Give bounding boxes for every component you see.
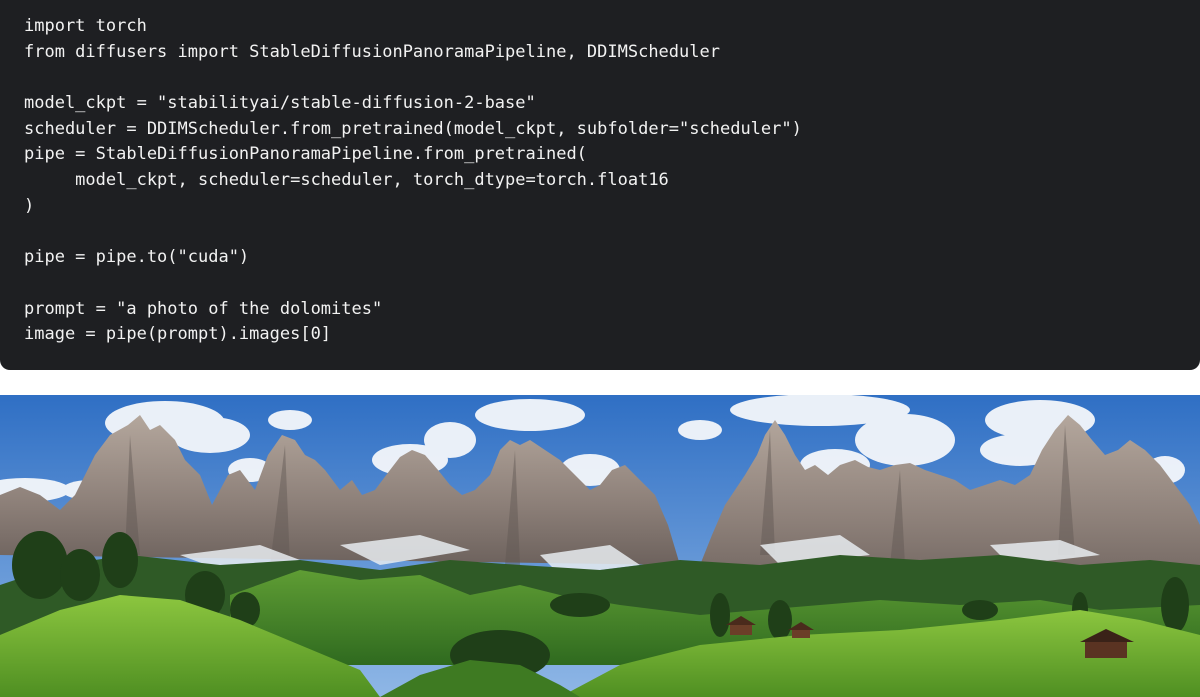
dolomites-panorama-image: [0, 395, 1200, 697]
code-line-12: prompt = "a photo of the dolomites": [24, 298, 383, 319]
code-line-6: pipe = StableDiffusionPanoramaPipeline.f…: [24, 144, 587, 165]
code-line-2: from diffusers import StableDiffusionPan…: [24, 41, 720, 62]
code-line-4: model_ckpt = "stabilityai/stable-diffusi…: [24, 93, 536, 114]
page: import torch from diffusers import Stable…: [0, 0, 1200, 697]
code-line-7: model_ckpt, scheduler=scheduler, torch_d…: [24, 170, 669, 191]
code-line-8: ): [24, 195, 35, 216]
code-line-5: scheduler = DDIMScheduler.from_pretraine…: [24, 118, 802, 139]
code-line-10: pipe = pipe.to("cuda"): [24, 247, 250, 268]
code-block[interactable]: import torch from diffusers import Stable…: [0, 0, 1200, 370]
panorama-illustration: [0, 395, 1200, 697]
code-line-1: import torch: [24, 16, 147, 36]
code-line-13: image = pipe(prompt).images[0]: [24, 324, 332, 345]
code-content: import torch from diffusers import Stable…: [24, 14, 802, 348]
